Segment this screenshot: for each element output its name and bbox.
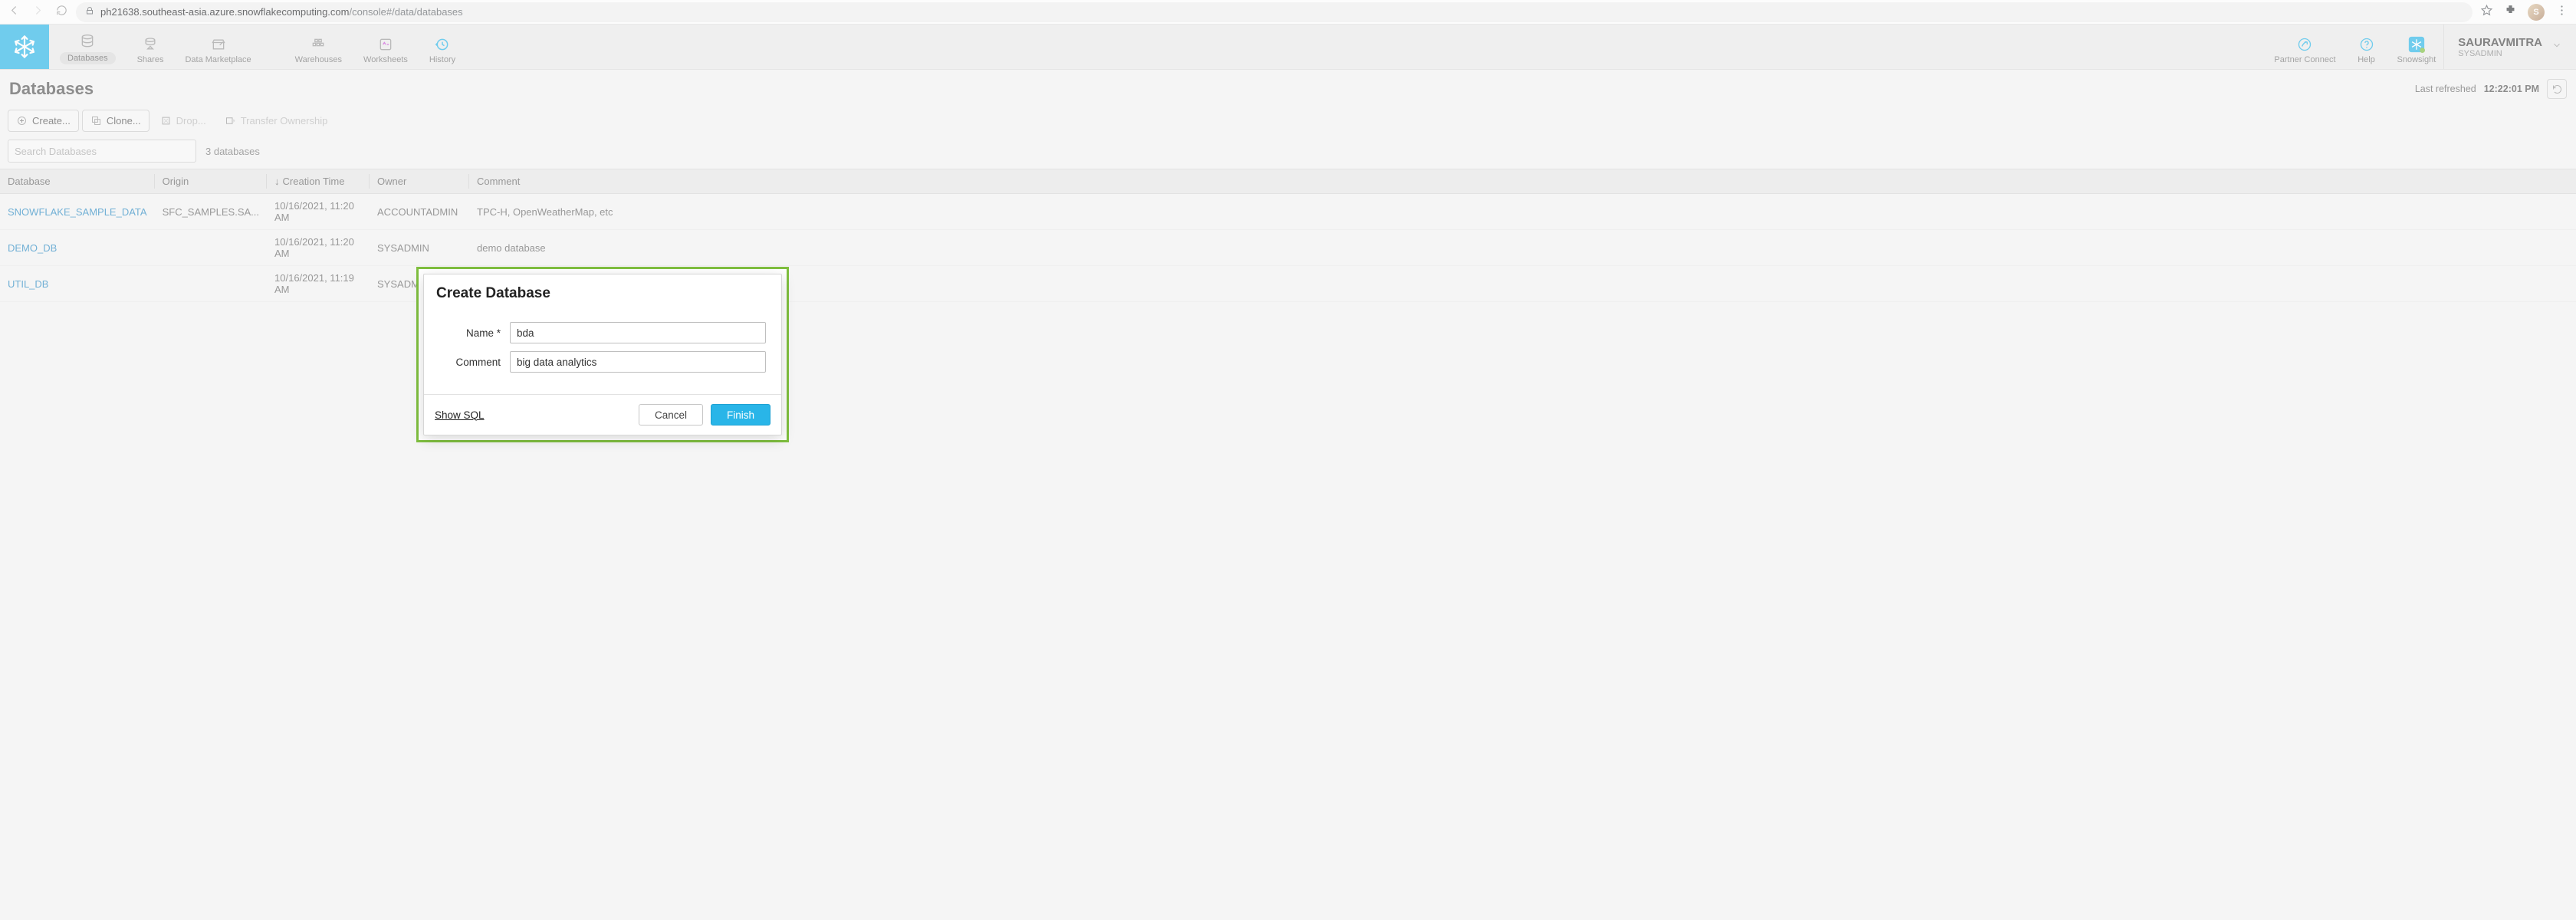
modal-overlay: Create Database Name * Comment Show SQL … xyxy=(0,0,2576,920)
cancel-button[interactable]: Cancel xyxy=(639,404,703,426)
create-database-dialog: Create Database Name * Comment Show SQL … xyxy=(416,267,789,442)
comment-input[interactable] xyxy=(510,351,766,373)
finish-button[interactable]: Finish xyxy=(711,404,770,426)
show-sql-link[interactable]: Show SQL xyxy=(435,409,485,421)
dialog-title: Create Database xyxy=(424,274,781,310)
comment-label: Comment xyxy=(439,356,501,368)
name-input[interactable] xyxy=(510,322,766,343)
name-label: Name * xyxy=(439,327,501,339)
